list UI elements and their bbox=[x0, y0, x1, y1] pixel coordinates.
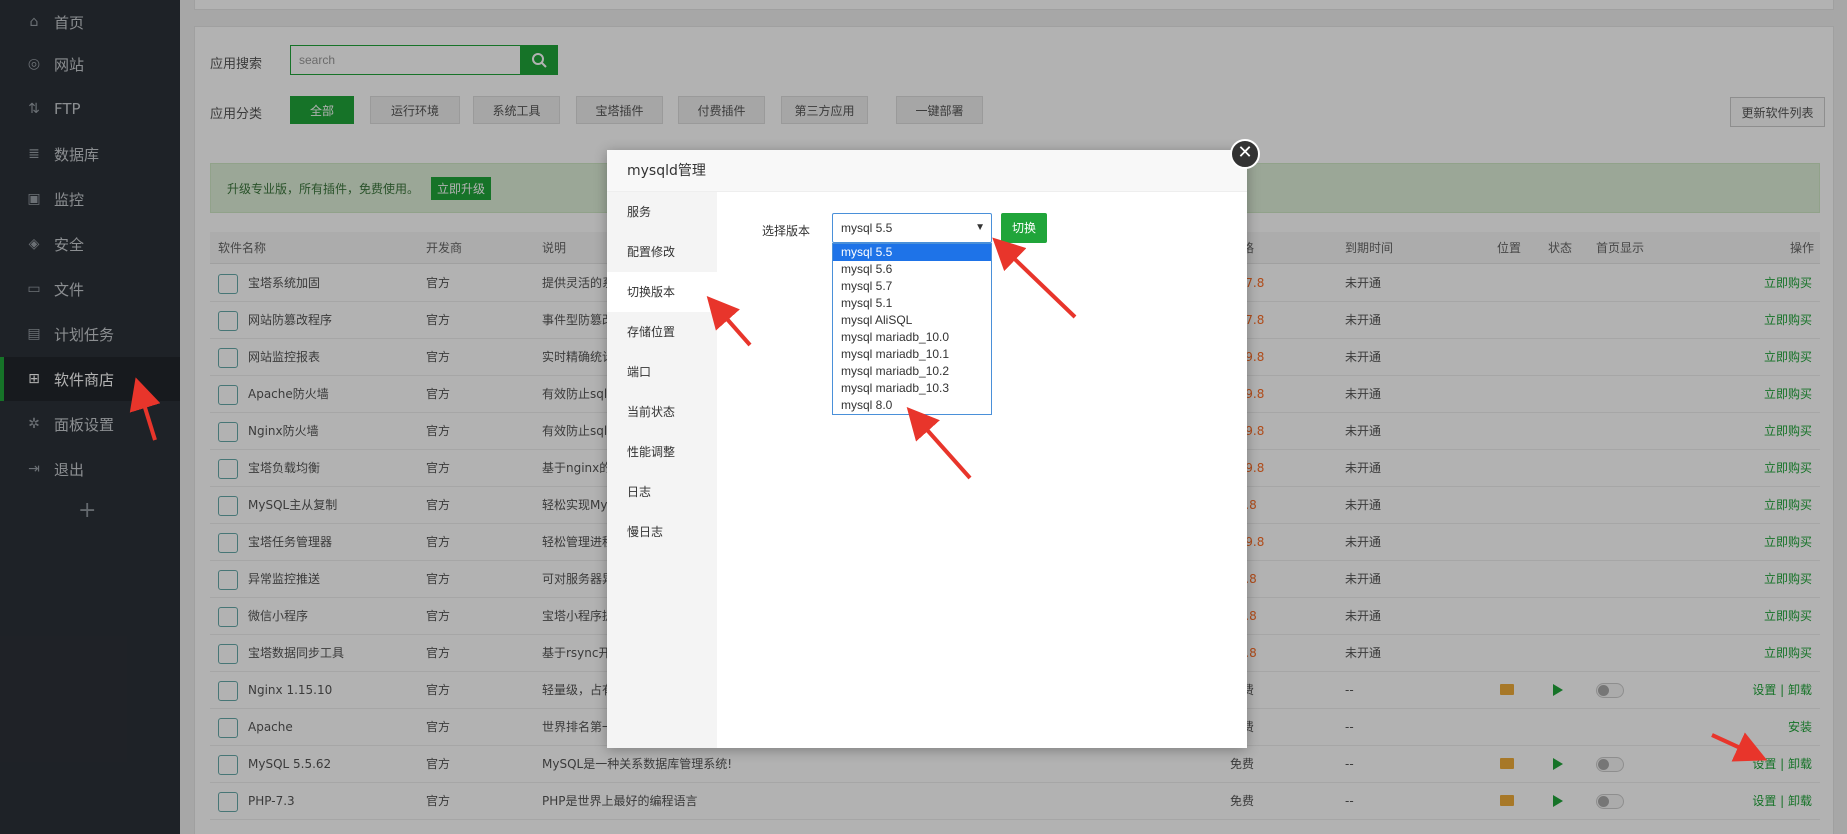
version-option[interactable]: mysql 5.1 bbox=[833, 295, 991, 312]
tab-current-status[interactable]: 当前状态 bbox=[607, 392, 717, 432]
chevron-down-icon: ▼ bbox=[975, 222, 985, 233]
version-option[interactable]: mysql mariadb_10.0 bbox=[833, 329, 991, 346]
version-option[interactable]: mysql 5.5 bbox=[833, 244, 991, 261]
tab-port[interactable]: 端口 bbox=[607, 352, 717, 392]
version-option[interactable]: mysql 8.0 bbox=[833, 397, 991, 414]
tab-performance[interactable]: 性能调整 bbox=[607, 432, 717, 472]
tab-config[interactable]: 配置修改 bbox=[607, 232, 717, 272]
version-dropdown: mysql 5.5 mysql 5.6 mysql 5.7 mysql 5.1 … bbox=[832, 243, 992, 415]
version-select[interactable]: mysql 5.5 ▼ bbox=[832, 213, 992, 243]
dialog-title: mysqld管理 bbox=[607, 150, 1247, 192]
tab-switch-version[interactable]: 切换版本 bbox=[607, 272, 717, 312]
dialog-tabs: 服务 配置修改 切换版本 存储位置 端口 当前状态 性能调整 日志 慢日志 bbox=[607, 192, 717, 748]
tab-log[interactable]: 日志 bbox=[607, 472, 717, 512]
version-option[interactable]: mysql AliSQL bbox=[833, 312, 991, 329]
close-icon[interactable]: ✕ bbox=[1230, 139, 1260, 169]
switch-version-button[interactable]: 切换 bbox=[1001, 213, 1047, 243]
mysqld-manager-dialog: mysqld管理 服务 配置修改 切换版本 存储位置 端口 当前状态 性能调整 … bbox=[607, 150, 1247, 748]
select-value: mysql 5.5 bbox=[841, 221, 893, 235]
version-option[interactable]: mysql 5.6 bbox=[833, 261, 991, 278]
version-option[interactable]: mysql mariadb_10.2 bbox=[833, 363, 991, 380]
version-option[interactable]: mysql mariadb_10.3 bbox=[833, 380, 991, 397]
tab-slow-log[interactable]: 慢日志 bbox=[607, 512, 717, 552]
version-option[interactable]: mysql mariadb_10.1 bbox=[833, 346, 991, 363]
version-option[interactable]: mysql 5.7 bbox=[833, 278, 991, 295]
tab-service[interactable]: 服务 bbox=[607, 192, 717, 232]
tab-storage[interactable]: 存储位置 bbox=[607, 312, 717, 352]
version-label: 选择版本 bbox=[762, 224, 811, 238]
